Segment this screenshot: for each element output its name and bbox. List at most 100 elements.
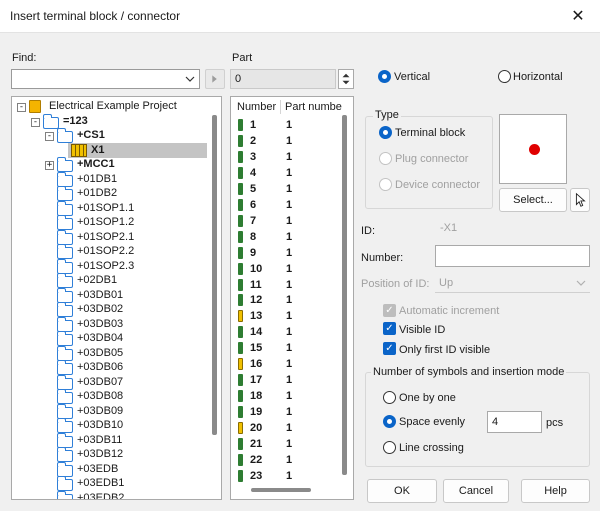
tree-item-label: +03EDB2 (77, 491, 125, 500)
part-list-row[interactable]: 19 1 (231, 405, 341, 421)
one-by-one-radio[interactable] (383, 391, 396, 404)
part-list-row[interactable]: 12 1 (231, 293, 341, 309)
tree-item[interactable]: +03EDB1 (12, 476, 202, 491)
symbol-preview (499, 114, 567, 184)
part-input[interactable]: 0 (230, 69, 336, 89)
ok-button[interactable]: OK (367, 479, 437, 503)
find-combo[interactable] (11, 69, 200, 89)
tree-item[interactable]: +03DB09 (12, 403, 202, 419)
part-list-row[interactable]: 11 1 (231, 278, 341, 294)
tree-item[interactable]: +03DB06 (12, 360, 202, 375)
tree-item[interactable]: +01DB1 (12, 171, 202, 187)
part-list-row[interactable]: 15 1 (231, 341, 341, 357)
part-list-row[interactable]: 16 1 (231, 357, 341, 373)
part-list-row[interactable]: 10 1 (231, 262, 341, 278)
part-list-row[interactable]: 71 (231, 214, 341, 230)
tree-item[interactable]: +03DB03 (12, 316, 202, 332)
line-crossing-radio[interactable] (383, 441, 396, 454)
tree-item[interactable]: +01SOP1.2 (12, 215, 202, 230)
tree-item[interactable]: +01SOP2.3 (12, 258, 202, 274)
terminal-icon (238, 326, 243, 339)
part-list-row[interactable]: 23 1 (231, 469, 341, 485)
project-tree[interactable]: - Electrical Example Project - =123- +CS1 X1 +… (11, 96, 222, 500)
tree-item[interactable]: +01DB2 (12, 186, 202, 201)
plug-connector-radio[interactable] (379, 152, 392, 165)
tree-item[interactable]: +01SOP2.2 (12, 244, 202, 259)
close-button[interactable]: ✕ (556, 0, 600, 33)
tree-item[interactable]: X1 (12, 143, 202, 158)
part-list[interactable]: Number Part numbe 1 1 2 1 3 1 4 1 5 1 6 1 7 1 8 1 9 1 10 1 1… (230, 96, 354, 500)
terminal-part-number: 1 (286, 422, 293, 435)
automatic-increment-checkbox[interactable]: ✓ (383, 304, 396, 317)
part-list-row[interactable]: 91 (231, 246, 341, 262)
tree-item-label: X1 (91, 143, 105, 156)
visible-id-checkbox[interactable]: ✓ (383, 322, 396, 335)
part-list-row[interactable]: 11 (231, 118, 341, 134)
tree-item[interactable]: +02DB1 (12, 273, 202, 288)
part-list-hscrollbar[interactable] (251, 488, 311, 492)
part-list-row[interactable]: 22 1 (231, 453, 341, 469)
part-list-row[interactable]: 51 (231, 182, 341, 198)
folder-icon (57, 186, 73, 201)
tree-item[interactable]: +03DB05 (12, 345, 202, 361)
part-list-row[interactable]: 41 (231, 166, 341, 182)
collapse-icon[interactable]: - (45, 132, 54, 141)
tree-item[interactable]: +03DB08 (12, 389, 202, 404)
tree-item[interactable]: +03DB01 (12, 287, 202, 303)
tree-item[interactable]: - +CS1 (12, 128, 202, 143)
part-list-row[interactable]: 21 1 (231, 437, 341, 453)
terminal-part-number: 1 (286, 166, 293, 179)
part-list-row[interactable]: 81 (231, 230, 341, 246)
horizontal-radio[interactable] (498, 70, 511, 83)
tree-item[interactable]: +03DB10 (12, 418, 202, 433)
part-list-row[interactable]: 17 1 (231, 373, 341, 389)
select-button[interactable]: Select... (499, 188, 567, 212)
terminal-part-number: 1 (286, 119, 293, 131)
tree-item-label: +03EDB (77, 462, 119, 475)
cancel-button[interactable]: Cancel (443, 479, 509, 503)
part-list-row[interactable]: 18 1 (231, 389, 341, 405)
part-list-row[interactable]: 61 (231, 198, 341, 214)
tree-item[interactable]: +03DB11 (12, 432, 202, 448)
collapse-icon[interactable]: - (17, 103, 26, 112)
tree-item[interactable]: +03DB04 (12, 331, 202, 346)
help-button[interactable]: Help (521, 479, 590, 503)
tree-item[interactable]: +03EDB (12, 461, 202, 477)
part-list-row[interactable]: 14 1 (231, 325, 341, 341)
terminal-number: 6 (250, 198, 257, 211)
part-list-row[interactable]: 21 (231, 134, 341, 150)
tree-item[interactable]: +01SOP2.1 (12, 229, 202, 245)
terminal-block-radio[interactable] (379, 126, 392, 139)
terminal-number: 11 (250, 278, 262, 291)
tree-item[interactable]: +03DB02 (12, 302, 202, 317)
tree-item[interactable]: +03DB07 (12, 374, 202, 390)
space-evenly-radio[interactable] (383, 415, 396, 428)
part-list-row[interactable]: 20 1 (231, 421, 341, 437)
part-spinner[interactable] (338, 69, 354, 89)
folder-icon (57, 447, 73, 462)
tree-item[interactable]: + +MCC1 (12, 157, 202, 172)
column-header-number[interactable]: Number (237, 101, 276, 113)
terminal-icon (238, 150, 243, 163)
column-header-part-number[interactable]: Part numbe (285, 101, 342, 113)
tree-item[interactable]: +03EDB2 (12, 490, 202, 500)
tree-item[interactable]: +03DB12 (12, 447, 202, 462)
expand-icon[interactable]: + (45, 161, 54, 170)
part-list-row[interactable]: 31 (231, 150, 341, 166)
symbol-count-input[interactable]: 4 (487, 411, 542, 433)
tree-scrollbar[interactable] (212, 115, 217, 435)
tree-item[interactable]: +01SOP1.1 (12, 200, 202, 216)
part-list-row[interactable]: 13 1 (231, 309, 341, 325)
number-input[interactable] (435, 245, 590, 267)
tree-item[interactable]: - Electrical Example Project (12, 100, 202, 114)
collapse-icon[interactable]: - (31, 117, 40, 127)
only-first-id-visible-checkbox[interactable]: ✓ (383, 342, 396, 355)
tree-item[interactable]: - =123 (12, 113, 202, 129)
pick-button[interactable] (570, 188, 590, 212)
find-button[interactable] (205, 69, 225, 89)
vertical-radio[interactable] (378, 70, 391, 83)
terminal-part-number: 1 (286, 469, 293, 482)
part-list-scrollbar[interactable] (342, 115, 347, 475)
position-of-id-select[interactable]: Up (435, 273, 590, 293)
device-connector-radio[interactable] (379, 178, 392, 191)
